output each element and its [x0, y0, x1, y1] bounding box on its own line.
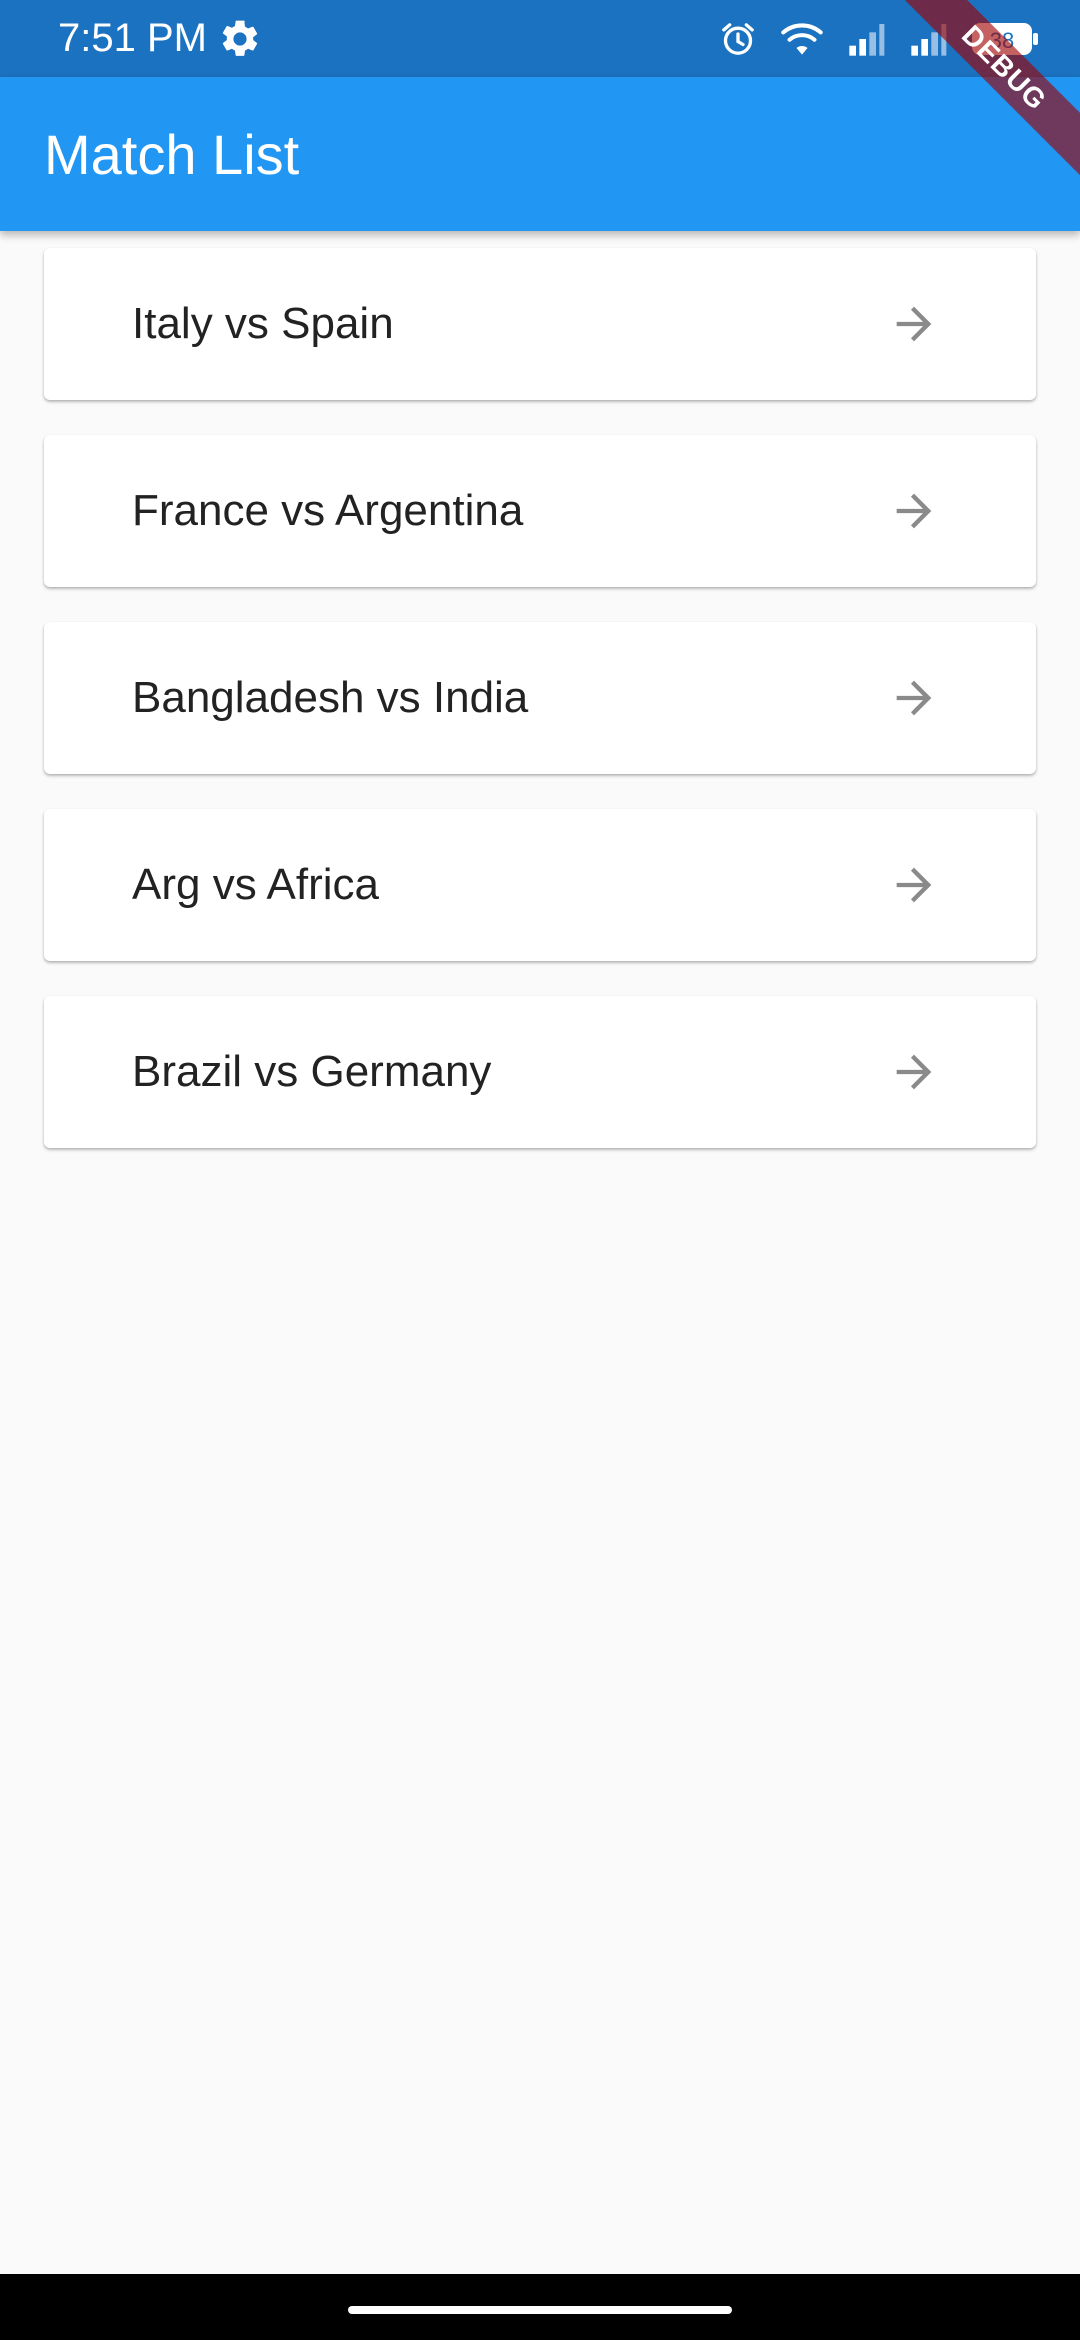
- arrow-forward-icon[interactable]: [888, 1046, 940, 1098]
- navigation-bar: [0, 2274, 1080, 2340]
- page-title: Match List: [44, 123, 300, 186]
- signal-icon: [846, 19, 886, 59]
- arrow-forward-icon[interactable]: [888, 672, 940, 724]
- signal-icon: [908, 19, 948, 59]
- match-title: Bangladesh vs India: [132, 673, 529, 722]
- status-time: 7:51 PM: [58, 16, 207, 60]
- match-title: Italy vs Spain: [132, 299, 394, 348]
- match-title: Brazil vs Germany: [132, 1047, 492, 1096]
- match-list: Italy vs Spain France vs Argentina Bangl…: [44, 248, 1036, 1183]
- gear-icon: [218, 17, 262, 61]
- home-indicator[interactable]: [348, 2306, 732, 2314]
- match-card-france-argentina[interactable]: France vs Argentina: [44, 435, 1036, 587]
- status-bar: 7:51 PM 38: [0, 0, 1080, 77]
- match-title: France vs Argentina: [132, 486, 524, 535]
- arrow-forward-icon[interactable]: [888, 485, 940, 537]
- battery-icon: 38: [970, 19, 1040, 59]
- match-card-brazil-germany[interactable]: Brazil vs Germany: [44, 996, 1036, 1148]
- arrow-forward-icon[interactable]: [888, 298, 940, 350]
- wifi-icon: [780, 19, 824, 59]
- match-card-italy-spain[interactable]: Italy vs Spain: [44, 248, 1036, 400]
- match-card-arg-africa[interactable]: Arg vs Africa: [44, 809, 1036, 961]
- battery-level: 38: [990, 28, 1014, 53]
- screen: 7:51 PM 38 Match List DEBUG Italy vs Spa…: [0, 0, 1080, 2340]
- alarm-icon: [718, 19, 758, 59]
- match-title: Arg vs Africa: [132, 860, 379, 909]
- match-card-bangladesh-india[interactable]: Bangladesh vs India: [44, 622, 1036, 774]
- status-icons: 38: [718, 14, 1040, 64]
- app-bar: Match List: [0, 77, 1080, 231]
- arrow-forward-icon[interactable]: [888, 859, 940, 911]
